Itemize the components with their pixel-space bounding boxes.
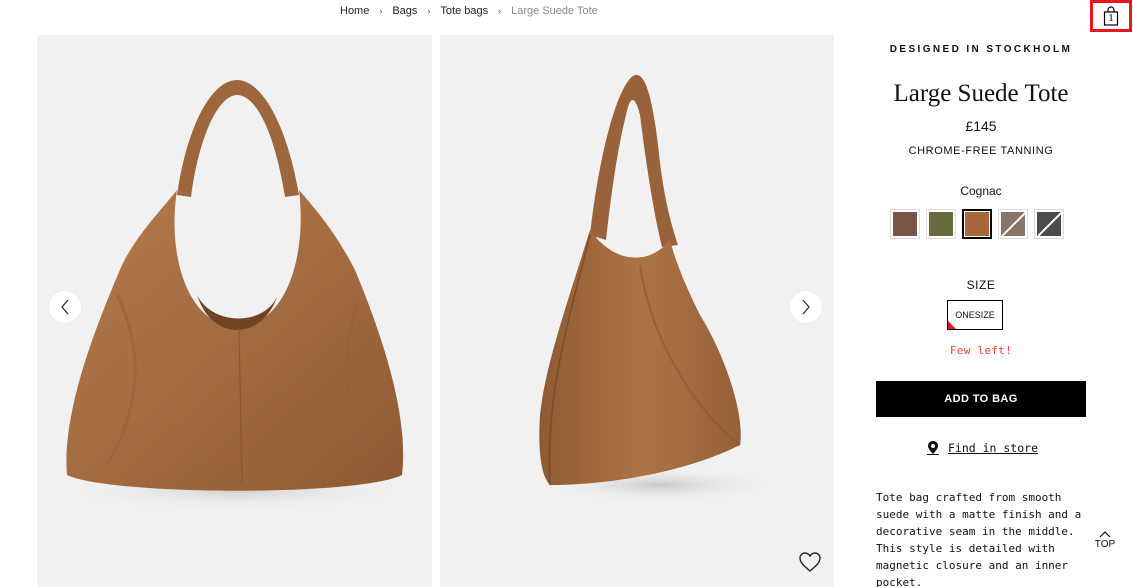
- breadcrumb-separator: ›: [498, 6, 502, 16]
- size-option-label: ONESIZE: [955, 310, 995, 320]
- product-description: Tote bag crafted from smooth suede with …: [876, 491, 1082, 587]
- unavailable-slash: [1037, 212, 1061, 236]
- tote-bag-side-image: [539, 74, 780, 503]
- tote-bag-front-image: [57, 80, 417, 512]
- add-to-bag-button[interactable]: ADD TO BAG: [876, 381, 1086, 417]
- cart-button[interactable]: 1: [1090, 0, 1132, 32]
- color-swatch[interactable]: [1034, 209, 1064, 239]
- heart-icon: [799, 552, 821, 572]
- swatch-chip: [929, 212, 953, 236]
- chevron-left-icon: [61, 299, 69, 315]
- breadcrumb-bags[interactable]: Bags: [392, 5, 417, 17]
- product-tagline: DESIGNED IN STOCKHOLM: [889, 44, 1073, 55]
- stock-warning: Few left!: [949, 344, 1013, 357]
- previous-image-button[interactable]: [49, 291, 81, 323]
- breadcrumb-separator: ›: [427, 6, 431, 16]
- cart-count: 1: [1108, 12, 1114, 24]
- product-image-front[interactable]: [37, 35, 432, 587]
- product-title: Large Suede Tote: [893, 80, 1069, 107]
- color-swatch-selected[interactable]: [962, 209, 992, 239]
- selected-color-label: Cognac: [960, 184, 1002, 198]
- breadcrumb-separator: ›: [379, 6, 383, 16]
- swatch-chip: [1001, 212, 1025, 236]
- swatch-chip: [965, 212, 989, 236]
- breadcrumb-current: Large Suede Tote: [511, 5, 598, 17]
- swatch-chip: [1037, 212, 1061, 236]
- size-label: SIZE: [966, 278, 996, 292]
- breadcrumb-home[interactable]: Home: [340, 5, 369, 17]
- find-in-store-link[interactable]: Find in store: [926, 440, 1038, 456]
- color-swatch[interactable]: [926, 209, 956, 239]
- unavailable-slash: [1001, 212, 1025, 236]
- breadcrumb-tote-bags[interactable]: Tote bags: [440, 5, 488, 17]
- back-to-top-label: TOP: [1094, 539, 1116, 550]
- find-in-store-label: Find in store: [948, 441, 1039, 455]
- color-swatch[interactable]: [890, 209, 920, 239]
- color-swatches: [890, 209, 1064, 239]
- next-image-button[interactable]: [790, 291, 822, 323]
- location-pin-icon: [927, 441, 939, 455]
- product-price: £145: [965, 118, 997, 134]
- chevron-right-icon: [802, 299, 810, 315]
- product-feature: CHROME-FREE TANNING: [908, 145, 1054, 157]
- swatch-chip: [893, 212, 917, 236]
- wishlist-button[interactable]: [798, 551, 822, 573]
- breadcrumb: Home › Bags › Tote bags › Large Suede To…: [340, 5, 598, 17]
- back-to-top-button[interactable]: TOP: [1093, 531, 1117, 550]
- color-swatch[interactable]: [998, 209, 1028, 239]
- product-image-side[interactable]: [440, 35, 834, 587]
- chevron-up-icon: [1099, 531, 1111, 538]
- low-stock-corner: [948, 321, 956, 329]
- size-option-button[interactable]: ONESIZE: [947, 300, 1003, 330]
